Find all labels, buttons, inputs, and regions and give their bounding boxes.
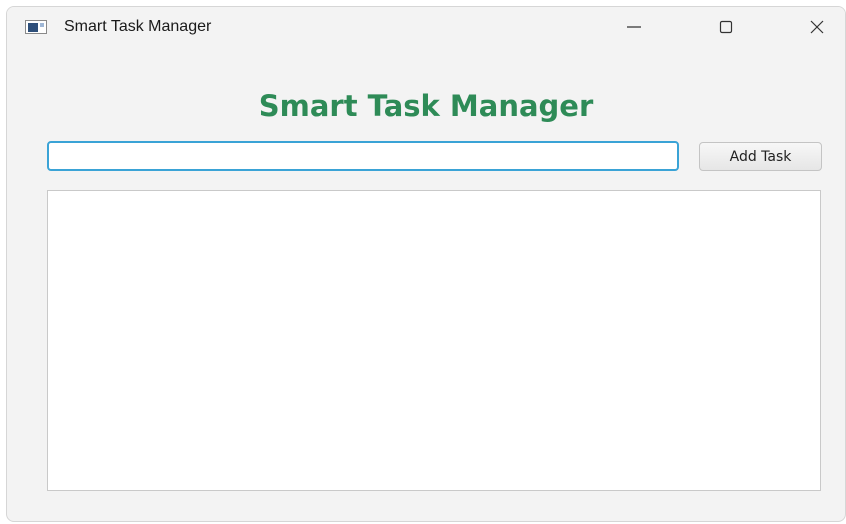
task-list[interactable] <box>47 190 821 491</box>
close-icon <box>810 20 824 34</box>
page-title: Smart Task Manager <box>258 89 594 123</box>
title-bar[interactable]: Smart Task Manager <box>7 7 845 47</box>
app-window-icon <box>25 20 47 34</box>
task-input[interactable] <box>47 141 679 171</box>
close-button[interactable] <box>794 7 840 47</box>
window-title: Smart Task Manager <box>64 18 212 35</box>
add-task-button[interactable]: Add Task <box>699 142 822 171</box>
minimize-button[interactable] <box>611 7 657 47</box>
maximize-icon <box>719 20 733 34</box>
minimize-icon <box>627 26 641 28</box>
maximize-button[interactable] <box>703 7 749 47</box>
app-window: Smart Task Manager Smart Task Manager Ad… <box>6 6 846 522</box>
